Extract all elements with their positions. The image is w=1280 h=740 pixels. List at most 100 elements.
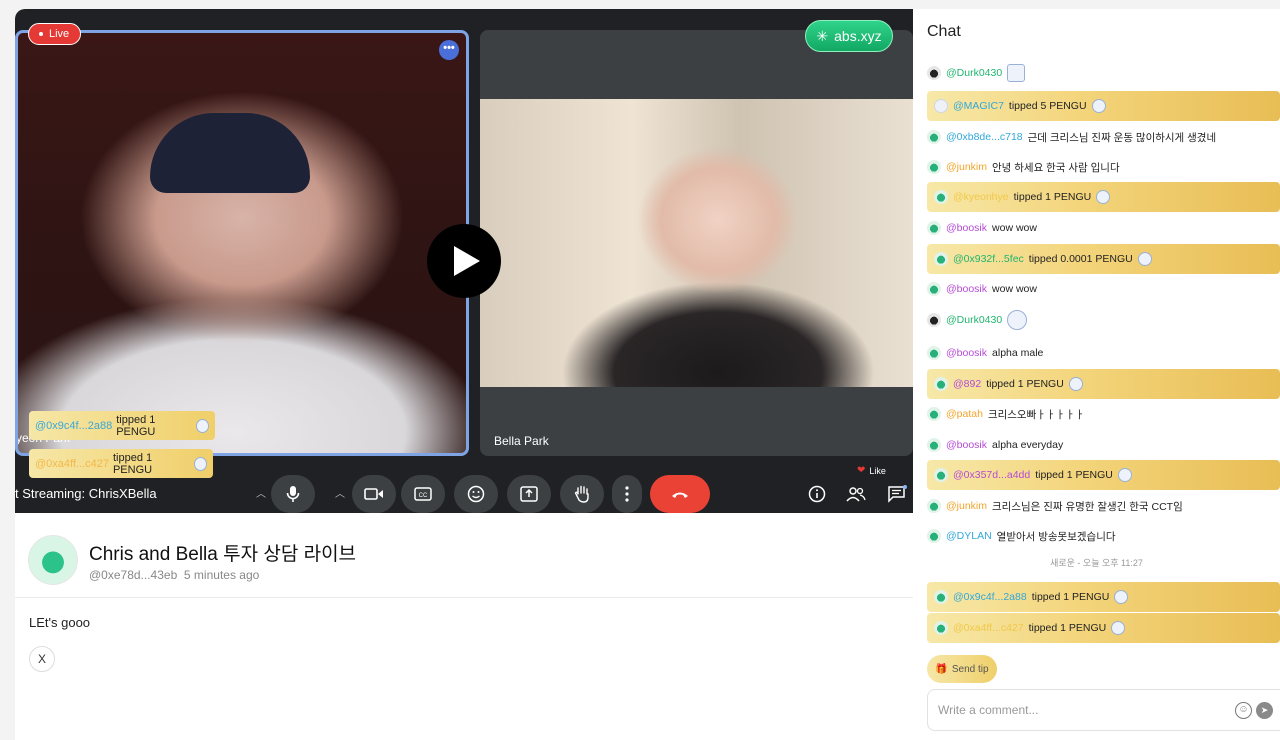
chat-user[interactable]: @boosik [946,222,987,234]
toast-user: @0xa4ff...c427 [35,457,109,470]
chat-user[interactable]: @0xa4ff...c427 [953,622,1024,634]
chat-message: @patah 크리스오빠ㅏㅏㅏㅏㅏ [927,399,1085,429]
stream-title: t Streaming: ChrisXBella [15,486,157,501]
chat-text: tipped 1 PENGU [1031,591,1110,603]
chat-message-list[interactable]: @Durk0430 @MAGIC7 tipped 5 PENGU @0xb8de… [913,54,1280,654]
pengu-icon [1117,468,1132,482]
avatar [927,438,941,452]
comment-input[interactable] [938,700,1218,720]
chat-user[interactable]: @0x932f...5fec [953,253,1024,265]
chat-user[interactable]: @junkim [946,161,987,173]
video-tile-chris[interactable]: yeon Park [15,30,469,456]
chat-user[interactable]: @0x357d...a4dd [953,469,1030,481]
chat-user[interactable]: @0x9c4f...2a88 [953,591,1027,603]
pengu-icon [195,418,209,433]
like-indicator[interactable]: ❤ Like [857,465,886,476]
chat-user[interactable]: @boosik [946,283,987,295]
chat-text: tipped 1 PENGU [1028,622,1107,634]
present-screen-button[interactable] [507,475,551,513]
chevron-up-icon[interactable]: ︿ [335,485,345,500]
chat-tip-message: @0x932f...5fec tipped 0.0001 PENGU [927,244,1280,274]
camera-button[interactable] [352,475,396,513]
brand-button[interactable]: ✳ abs.xyz [805,20,893,52]
send-tip-label: Send tip [951,663,989,675]
emoji-picker-icon[interactable]: ☺ [1235,702,1252,719]
vertical-dots-icon [625,486,629,502]
chat-header: Chat [927,23,961,40]
live-label: Live [49,28,70,40]
avatar [927,499,941,513]
reactions-button[interactable] [454,475,498,513]
tip-toast: @0x9c4f...2a88 tipped 1 PENGU [29,411,215,440]
pengu-icon [193,456,207,471]
pengu-icon [1068,377,1083,391]
chat-text: tipped 5 PENGU [1008,100,1087,112]
chat-user[interactable]: @boosik [946,439,987,451]
chat-tip-message: @kyeonhye tipped 1 PENGU [927,182,1280,212]
chat-panel: Chat @Durk0430 @MAGIC7 tipped 5 PENGU @0… [913,9,1280,740]
avatar [934,190,948,204]
raise-hand-button[interactable] [560,475,604,513]
hang-up-icon [672,492,688,498]
chat-user[interactable]: @DYLAN [946,530,992,542]
chat-text: 열받아서 방송못보겠습니다 [996,530,1116,543]
participants-button[interactable] [845,483,867,505]
page-title: Chris and Bella 투자 상담 라이브 [89,544,357,565]
chat-message: @boosik wow wow [927,213,1037,243]
chat-user[interactable]: @Durk0430 [946,67,1002,79]
chat-text: alpha everyday [992,439,1064,451]
chat-user[interactable]: @Durk0430 [946,314,1002,326]
chevron-up-icon[interactable]: ︿ [256,485,266,500]
author-handle[interactable]: @0xe78d...43eb [89,568,177,582]
avatar [934,99,948,113]
microphone-icon [286,486,300,502]
chat-user[interactable]: @0xb8de...c718 [946,131,1023,143]
chat-text: wow wow [992,222,1037,234]
chat-user[interactable]: @junkim [946,500,987,512]
divider [15,597,913,598]
captions-button[interactable]: CC [401,475,445,513]
play-button[interactable] [427,224,501,298]
chat-user[interactable]: @boosik [946,347,987,359]
info-button[interactable] [806,483,828,505]
more-options-icon[interactable]: ••• [439,40,459,60]
video-tile-bella[interactable]: Bella Park [480,30,913,456]
x-share-icon[interactable]: X [29,646,55,672]
brand-label: abs.xyz [834,28,882,44]
chat-text: tipped 0.0001 PENGU [1028,253,1133,265]
post-body: LEt's gooo [29,615,91,630]
send-tip-button[interactable]: 🎁 Send tip [927,655,997,683]
chat-text: tipped 1 PENGU [986,378,1064,390]
video-frame-bella [480,99,913,387]
captions-icon: CC [414,487,432,501]
send-icon[interactable]: ➤ [1256,702,1273,719]
pengu-icon [1114,590,1129,604]
pengu-icon [1091,99,1106,113]
info-icon [808,485,826,503]
video-camera-icon [364,488,383,500]
chat-tip-message: @0x9c4f...2a88 tipped 1 PENGU [927,582,1280,612]
avatar [934,590,948,604]
chat-user[interactable]: @kyeonhye [953,191,1009,203]
chat-message: @Durk0430 [927,305,1028,335]
chat-user[interactable]: @MAGIC7 [953,100,1004,112]
streamer-avatar[interactable] [28,535,78,585]
microphone-button[interactable] [271,475,315,513]
chat-toggle-button[interactable] [886,483,908,505]
emoji-icon [467,485,485,503]
chat-user[interactable]: @892 [953,378,981,390]
live-dot-icon [39,32,43,36]
present-icon [520,486,538,502]
chat-tip-message: @0x357d...a4dd tipped 1 PENGU [927,460,1280,490]
more-options-button[interactable] [612,475,642,513]
sparkle-icon: ✳ [816,27,829,44]
chat-text: 크리스오빠ㅏㅏㅏㅏㅏ [987,408,1085,421]
svg-text:CC: CC [419,493,428,499]
page: yeon Park Bella Park Live ••• ✳ abs.xyz … [0,0,1280,740]
end-call-button[interactable] [650,475,710,513]
play-icon [454,246,480,276]
chat-message: @junkim 안녕 하세요 한국 사람 입니다 [927,152,1120,182]
chat-text: tipped 1 PENGU [1035,469,1113,481]
chat-user[interactable]: @patah [946,408,983,420]
new-messages-divider: 새로운 - 오늘 오후 11:27 [1050,558,1143,568]
